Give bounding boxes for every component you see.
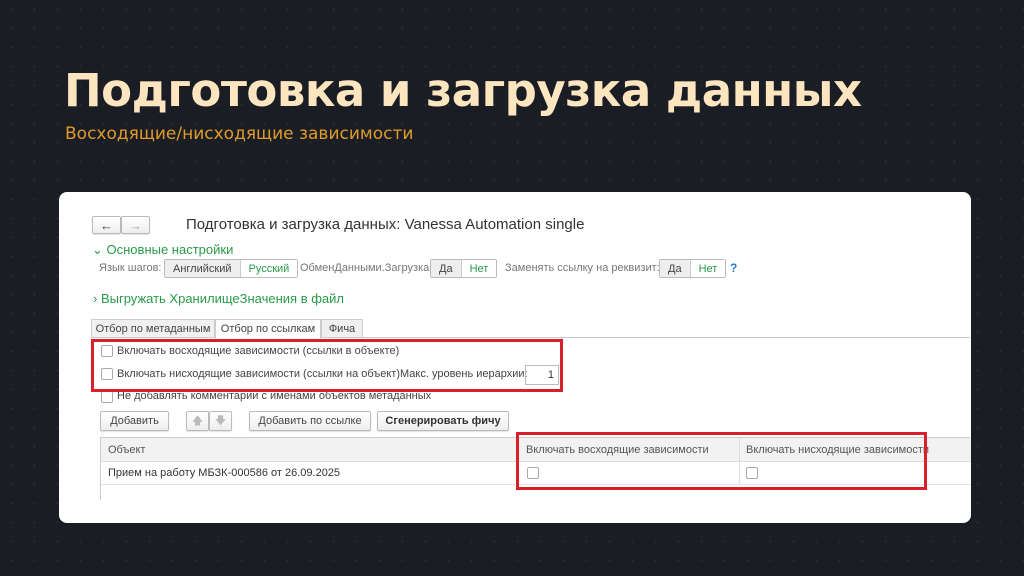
main-settings-label: Основные настройки [106, 242, 234, 257]
step-lang-label: Язык шагов: [99, 262, 162, 274]
replace-label: Заменять ссылку на реквизит: [505, 262, 660, 274]
exchange-switch[interactable]: Да Нет [430, 259, 498, 278]
tab-metadata[interactable]: Отбор по метаданным [91, 319, 215, 338]
replace-switch[interactable]: Да Нет [659, 259, 727, 278]
no-comments-checkbox[interactable] [101, 391, 113, 403]
arrow-up-icon: 🡅 [191, 414, 204, 427]
generate-feature-button[interactable]: Сгенерировать фичу [377, 411, 509, 431]
main-settings-toggle[interactable]: ⌄ Основные настройки [92, 242, 233, 258]
exchange-yes[interactable]: Да [431, 260, 462, 277]
add-button[interactable]: Добавить [100, 411, 169, 431]
move-up-button[interactable]: 🡅 [186, 411, 209, 431]
replace-yes[interactable]: Да [660, 260, 691, 277]
lang-english[interactable]: Английский [165, 260, 241, 277]
export-section-label: Выгружать ХранилищеЗначения в файл [100, 291, 344, 306]
arrow-down-icon: 🡇 [214, 414, 227, 427]
back-button[interactable]: ← [92, 216, 121, 234]
slide-title: Подготовка и загрузка данных [64, 64, 862, 117]
tab-links[interactable]: Отбор по ссылкам [215, 319, 321, 339]
highlight-options [91, 339, 563, 392]
column-header-object[interactable]: Объект [108, 444, 145, 456]
export-section-toggle[interactable]: › Выгружать ХранилищеЗначения в файл [93, 291, 344, 306]
tab-feature[interactable]: Фича [321, 319, 363, 338]
forward-button[interactable]: → [121, 216, 150, 234]
chevron-right-icon: › [93, 291, 101, 306]
help-icon[interactable]: ? [730, 261, 737, 275]
lang-russian[interactable]: Русский [240, 260, 298, 277]
exchange-no[interactable]: Нет [461, 260, 497, 277]
add-by-ref-button[interactable]: Добавить по ссылке [249, 411, 371, 431]
move-down-button[interactable]: 🡇 [209, 411, 232, 431]
highlight-columns [516, 432, 927, 490]
row-object: Прием на работу МБЗК-000586 от 26.09.202… [108, 467, 341, 479]
exchange-label: ОбменДанными.Загрузка: [300, 262, 433, 274]
slide-subtitle: Восходящие/нисходящие зависимости [65, 124, 414, 144]
replace-no[interactable]: Нет [690, 260, 726, 277]
step-lang-switch[interactable]: Английский Русский [164, 259, 299, 278]
window-title: Подготовка и загрузка данных: Vanessa Au… [186, 216, 585, 233]
chevron-down-icon: ⌄ [92, 242, 107, 257]
